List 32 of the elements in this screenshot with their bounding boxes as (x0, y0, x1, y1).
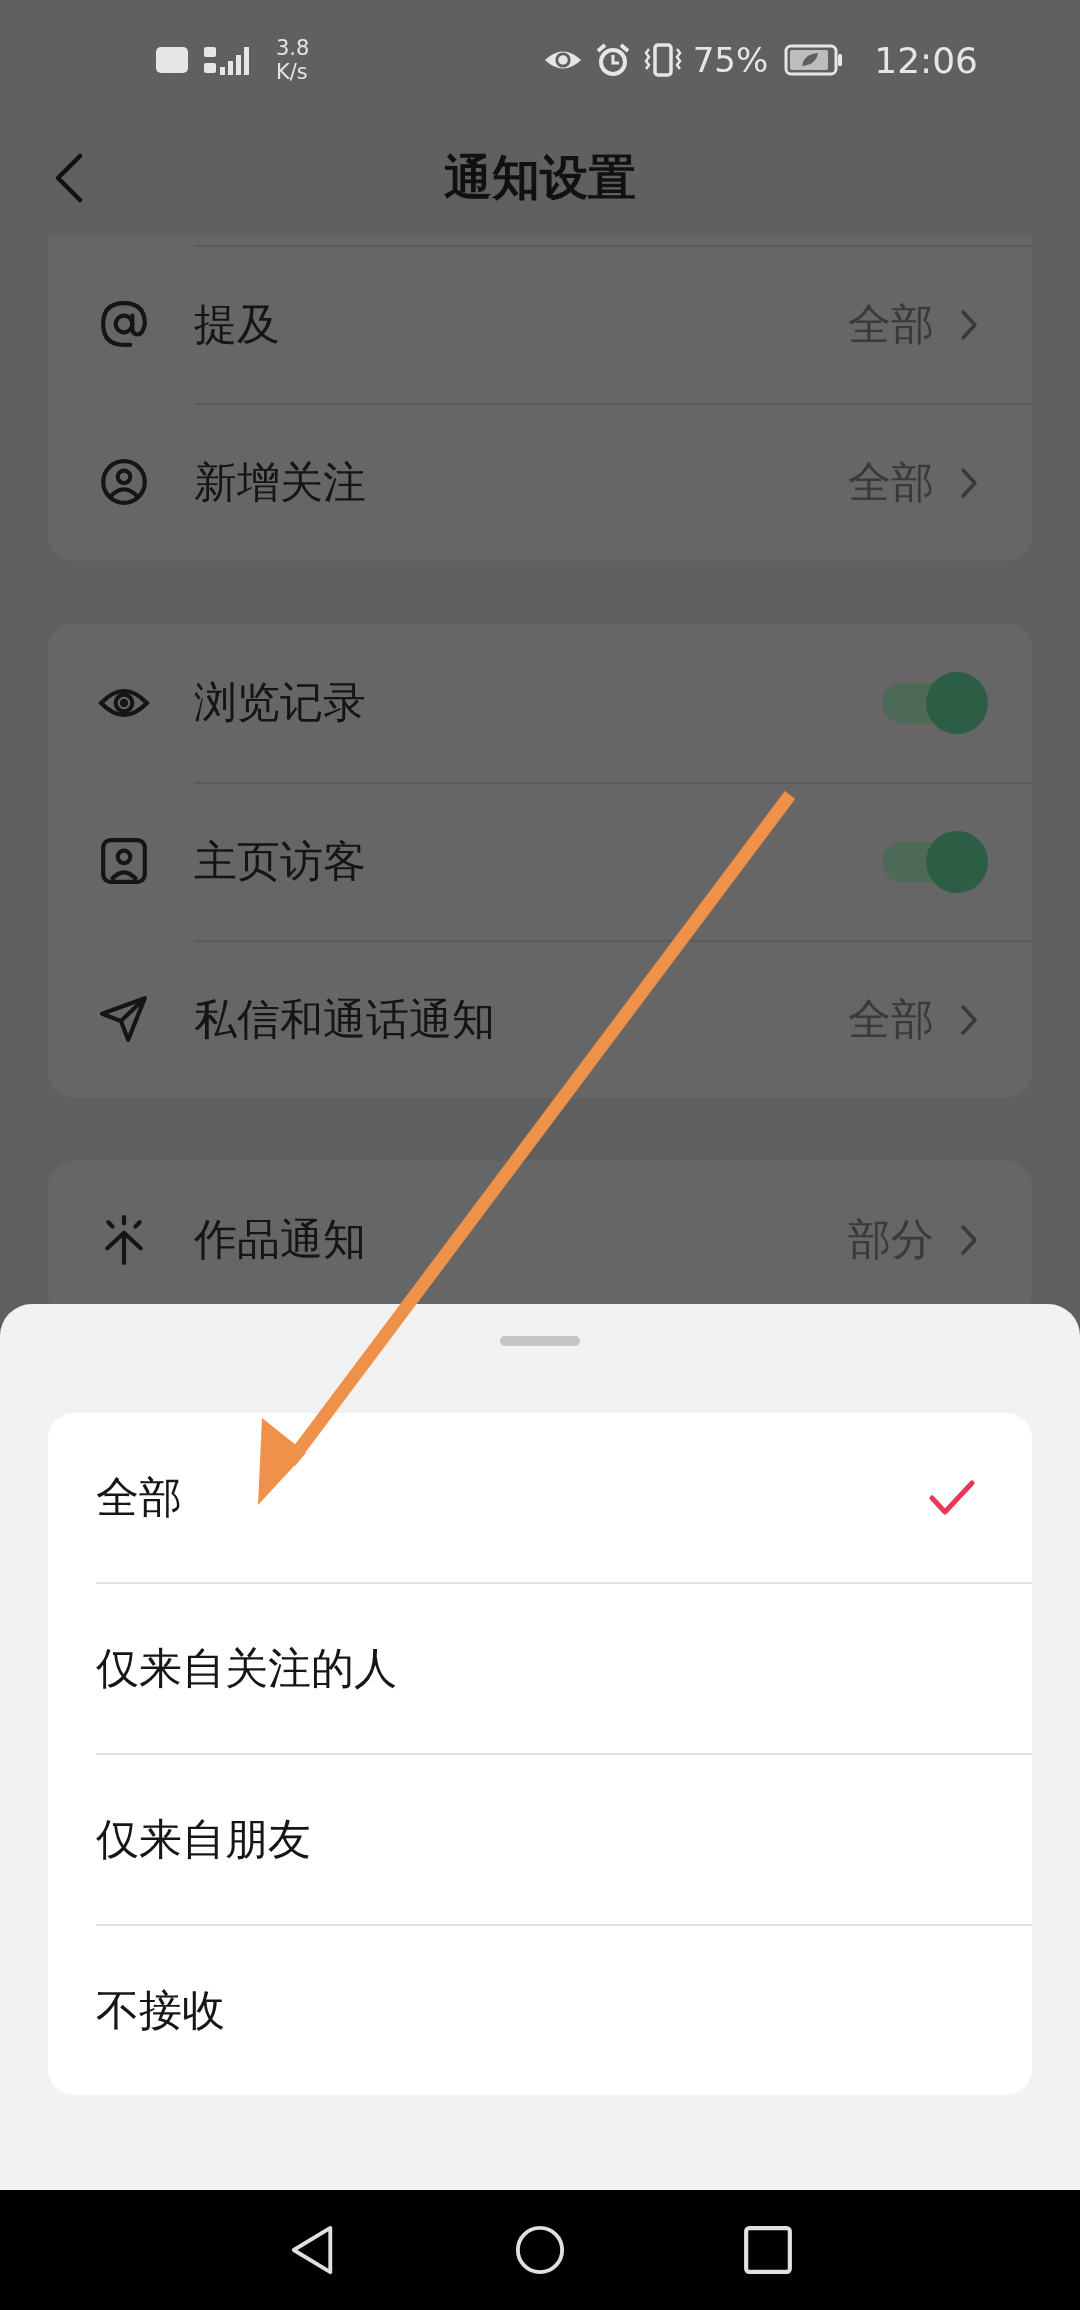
send-icon (98, 993, 150, 1045)
setting-label: 浏览记录 (194, 676, 367, 729)
battery-icon (784, 44, 845, 76)
chevron-right-icon[interactable] (960, 309, 978, 341)
option-item[interactable]: 全部 (96, 1413, 1032, 1582)
chevron-right-icon[interactable] (960, 1004, 978, 1036)
toggle-switch[interactable] (882, 672, 988, 734)
back-icon[interactable] (54, 152, 84, 203)
at-icon (98, 298, 150, 350)
recents-square-icon[interactable] (742, 2224, 794, 2276)
option-item[interactable]: 仅来自朋友 (96, 1753, 1032, 1924)
check-icon (928, 1477, 976, 1518)
person-square-icon (98, 835, 150, 887)
speed-unit: K/s (276, 60, 309, 84)
option-item[interactable]: 仅来自关注的人 (96, 1582, 1032, 1753)
setting-label: 作品通知 (194, 1213, 367, 1266)
setting-label: 私信和通话通知 (194, 993, 496, 1046)
home-circle-icon[interactable] (514, 2224, 566, 2276)
setting-label: 新增关注 (194, 456, 367, 509)
battery-percent: 75% (692, 40, 769, 80)
setting-label: 提及 (194, 298, 281, 351)
clock-time: 12:06 (874, 39, 978, 81)
setting-label: 主页访客 (194, 835, 367, 888)
vibrate-icon (642, 43, 683, 77)
person-circle-icon (98, 456, 150, 508)
page-title: 通知设置 (444, 147, 636, 207)
chevron-right-icon[interactable] (960, 467, 978, 499)
drag-handle[interactable] (500, 1336, 580, 1346)
chevron-right-icon[interactable] (960, 1224, 978, 1256)
toggle-switch[interactable] (882, 831, 988, 893)
network-speed: 3.8 (276, 36, 310, 60)
option-item[interactable]: 不接收 (96, 1924, 1032, 2095)
